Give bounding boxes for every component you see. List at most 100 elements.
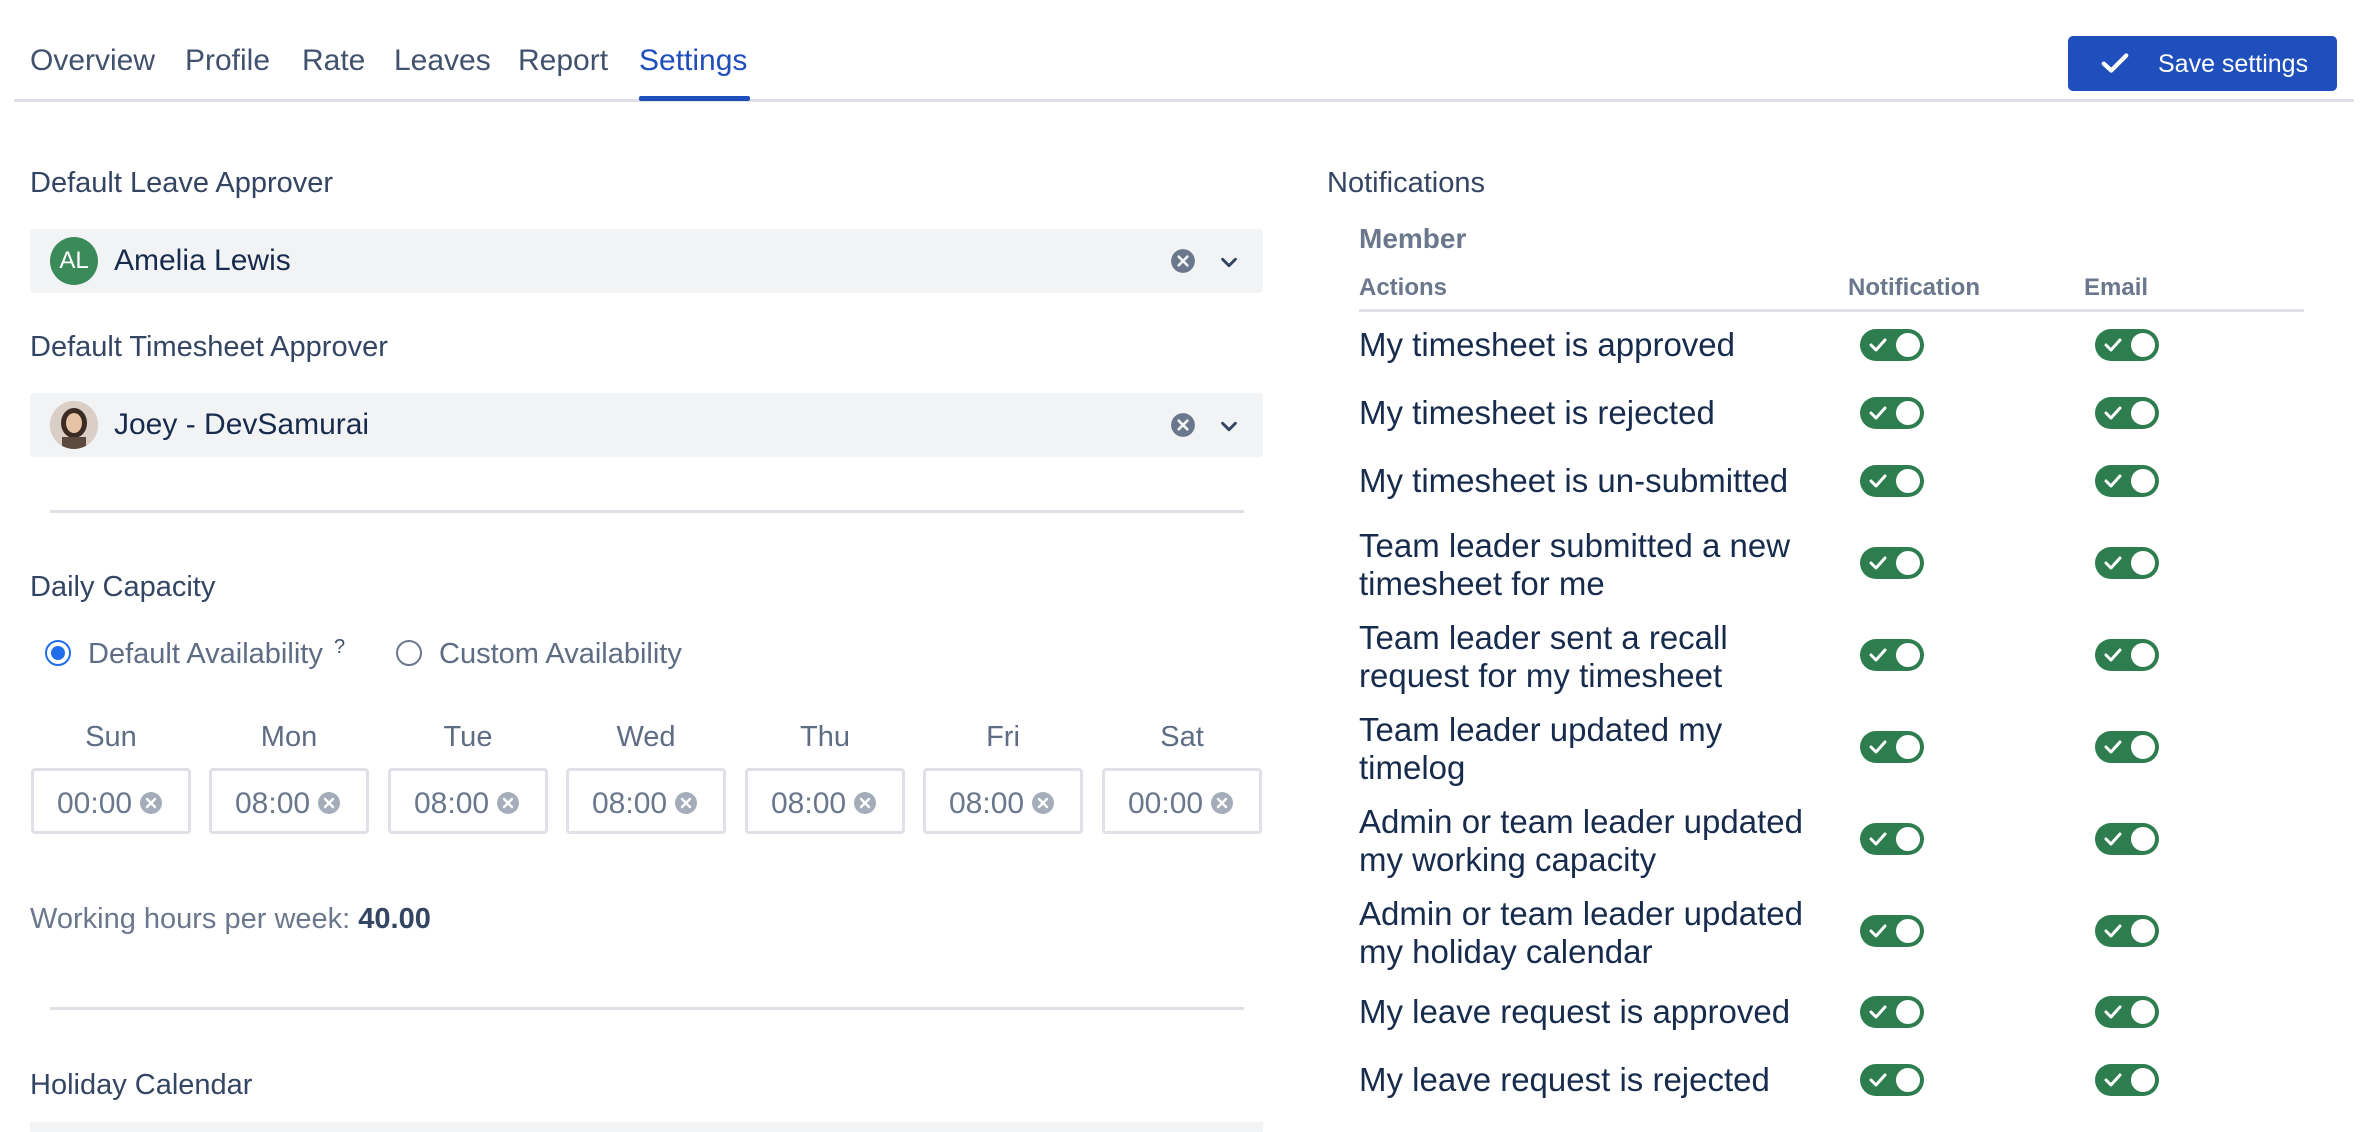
check-icon: [1869, 1005, 1887, 1019]
tab-profile[interactable]: Profile: [185, 44, 270, 78]
avatar: AL: [50, 237, 98, 285]
email-toggle[interactable]: [2095, 465, 2159, 497]
weekly-hours-summary: Working hours per week: 40.00: [30, 903, 431, 936]
notification-toggle[interactable]: [1860, 731, 1924, 763]
custom-availability-label[interactable]: Custom Availability: [439, 638, 682, 671]
day-label-fri: Fri: [986, 721, 1020, 753]
default-availability-label[interactable]: Default Availability: [88, 638, 323, 671]
chevron-down-icon[interactable]: [1218, 415, 1240, 437]
notification-toggle[interactable]: [1860, 823, 1924, 855]
tab-rate[interactable]: Rate: [302, 44, 365, 78]
toggle-knob: [1896, 827, 1920, 851]
avatar: [50, 401, 98, 449]
email-toggle[interactable]: [2095, 996, 2159, 1028]
email-toggle[interactable]: [2095, 547, 2159, 579]
section-divider: [50, 510, 1244, 513]
toggle-knob: [1896, 643, 1920, 667]
clear-icon[interactable]: [1170, 248, 1196, 274]
hours-input-fri[interactable]: 08:00: [923, 768, 1083, 834]
timesheet-approver-title: Default Timesheet Approver: [30, 331, 388, 363]
custom-availability-radio[interactable]: [396, 640, 422, 666]
toggle-knob: [2131, 551, 2155, 575]
email-toggle[interactable]: [2095, 1064, 2159, 1096]
toggle-knob: [1896, 401, 1920, 425]
toggle-knob: [1896, 735, 1920, 759]
save-settings-label: Save settings: [2158, 50, 2309, 78]
toggle-knob: [2131, 735, 2155, 759]
notifications-title: Notifications: [1327, 167, 1485, 199]
check-icon: [2104, 338, 2122, 352]
notification-toggle[interactable]: [1860, 915, 1924, 947]
notification-toggle[interactable]: [1860, 397, 1924, 429]
notification-action-label: My leave request is rejected: [1359, 1061, 1770, 1098]
clear-icon[interactable]: [496, 791, 520, 815]
check-icon: [1869, 338, 1887, 352]
toggle-knob: [2131, 643, 2155, 667]
holiday-calendar-select[interactable]: [30, 1122, 1263, 1132]
check-icon: [1869, 648, 1887, 662]
clear-icon[interactable]: [1170, 412, 1196, 438]
hours-input-mon[interactable]: 08:00: [209, 768, 369, 834]
notification-toggle[interactable]: [1860, 465, 1924, 497]
email-toggle[interactable]: [2095, 329, 2159, 361]
email-toggle[interactable]: [2095, 639, 2159, 671]
hours-input-sun[interactable]: 00:00: [31, 768, 191, 834]
default-availability-radio[interactable]: [45, 640, 71, 666]
tab-settings[interactable]: Settings: [639, 44, 747, 78]
check-icon: [1869, 1073, 1887, 1087]
hours-value: 08:00: [771, 787, 847, 820]
toggle-knob: [2131, 469, 2155, 493]
toggle-knob: [1896, 1068, 1920, 1092]
hours-value: 08:00: [414, 787, 490, 820]
check-icon: [2104, 924, 2122, 938]
hours-input-thu[interactable]: 08:00: [745, 768, 905, 834]
day-label-sat: Sat: [1160, 721, 1204, 753]
leave-approver-select[interactable]: AL Amelia Lewis: [30, 229, 1263, 293]
day-label-mon: Mon: [260, 721, 318, 753]
toggle-knob: [1896, 919, 1920, 943]
notification-action-label: My leave request is approved: [1359, 993, 1791, 1030]
email-toggle[interactable]: [2095, 731, 2159, 763]
timesheet-approver-select[interactable]: Joey - DevSamurai: [30, 393, 1263, 457]
toggle-knob: [1896, 333, 1920, 357]
clear-icon[interactable]: [1210, 791, 1234, 815]
tab-leaves[interactable]: Leaves: [394, 44, 491, 78]
clear-icon[interactable]: [853, 791, 877, 815]
clear-icon[interactable]: [317, 791, 341, 815]
clear-icon[interactable]: [1031, 791, 1055, 815]
help-icon[interactable]: ?: [334, 636, 345, 659]
check-icon: [2104, 740, 2122, 754]
notification-toggle[interactable]: [1860, 547, 1924, 579]
notification-action-label: Team leader submitted a new timesheet fo…: [1359, 527, 1791, 602]
holiday-calendar-title: Holiday Calendar: [30, 1069, 253, 1101]
notification-action-label: Admin or team leader updated my working …: [1359, 803, 1803, 878]
clear-icon[interactable]: [674, 791, 698, 815]
tab-report[interactable]: Report: [518, 44, 608, 78]
chevron-down-icon[interactable]: [1218, 251, 1240, 273]
clear-icon[interactable]: [139, 791, 163, 815]
hours-input-sat[interactable]: 00:00: [1102, 768, 1262, 834]
check-icon: [1869, 832, 1887, 846]
notification-toggle[interactable]: [1860, 1064, 1924, 1096]
check-icon: [1869, 406, 1887, 420]
weekly-hours-label: Working hours per week:: [30, 903, 351, 935]
email-toggle[interactable]: [2095, 915, 2159, 947]
hours-value: 00:00: [1128, 787, 1204, 820]
hours-value: 08:00: [235, 787, 311, 820]
leave-approver-title: Default Leave Approver: [30, 167, 334, 199]
email-toggle[interactable]: [2095, 823, 2159, 855]
toggle-knob: [2131, 401, 2155, 425]
email-toggle[interactable]: [2095, 397, 2159, 429]
day-label-tue: Tue: [443, 721, 493, 753]
save-settings-button[interactable]: Save settings: [2068, 36, 2337, 91]
tab-overview[interactable]: Overview: [30, 44, 155, 78]
notification-toggle[interactable]: [1860, 996, 1924, 1028]
check-icon: [1869, 474, 1887, 488]
hours-input-wed[interactable]: 08:00: [566, 768, 726, 834]
notification-toggle[interactable]: [1860, 329, 1924, 361]
hours-input-tue[interactable]: 08:00: [388, 768, 548, 834]
notification-toggle[interactable]: [1860, 639, 1924, 671]
check-icon: [2104, 832, 2122, 846]
toggle-knob: [2131, 1068, 2155, 1092]
actions-column-header: Actions: [1359, 274, 1448, 301]
